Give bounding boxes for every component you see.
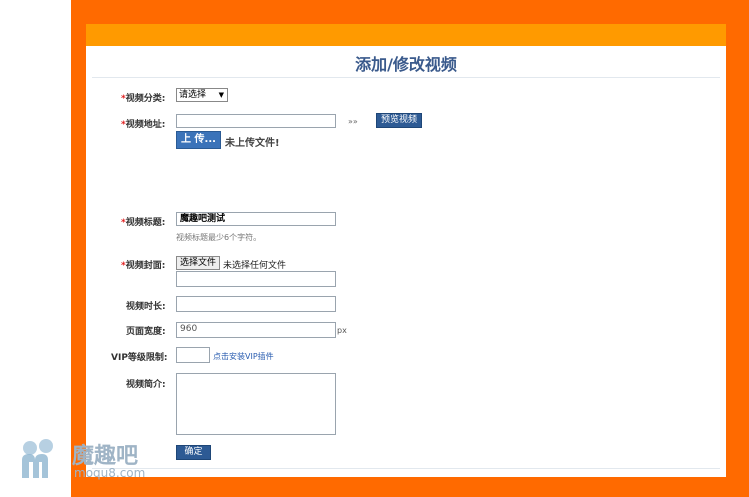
preview-video-button[interactable]: 预览视频 — [376, 113, 422, 128]
video-url-input[interactable] — [176, 114, 336, 128]
title-label-text: 视频标题: — [125, 218, 166, 228]
cover-label-text: 视频封面: — [125, 261, 166, 271]
vip-label: VIP等级限制: — [111, 353, 168, 363]
cover-label: *视频封面: — [121, 258, 165, 271]
upload-button[interactable]: 上 传... — [176, 131, 221, 149]
duration-input[interactable] — [176, 296, 336, 312]
category-select[interactable]: 请选择 ▼ — [176, 88, 228, 102]
category-select-value: 请选择 — [179, 90, 207, 100]
vip-level-input[interactable] — [176, 347, 210, 363]
no-file-text: 未选择任何文件 — [223, 261, 287, 271]
install-vip-plugin-link[interactable]: 点击安装VIP插件 — [213, 351, 274, 362]
watermark-domain: moqu8.com — [74, 466, 146, 480]
choose-file-button[interactable]: 选择文件 — [176, 256, 220, 270]
footer-divider — [92, 468, 720, 469]
page-width-unit: px — [337, 326, 347, 335]
page-width-label: 页面宽度: — [126, 327, 166, 337]
cover-path-input[interactable] — [176, 271, 336, 287]
arrows-icon: »» — [348, 117, 358, 126]
submit-button[interactable]: 确定 — [176, 445, 211, 460]
url-label: *视频地址: — [121, 117, 165, 130]
header-bar — [86, 24, 726, 46]
title-label: *视频标题: — [121, 215, 165, 228]
url-label-text: 视频地址: — [125, 120, 166, 130]
dropdown-arrow-icon: ▼ — [218, 91, 224, 99]
video-title-input[interactable]: 魔趣吧测试 — [176, 212, 336, 226]
page-title: 添加/修改视频 — [355, 55, 457, 74]
title-divider — [92, 77, 720, 78]
title-hint: 视频标题最少6个字符。 — [176, 233, 262, 242]
category-label: *视频分类: — [121, 91, 165, 104]
category-label-text: 视频分类: — [125, 94, 166, 104]
intro-label: 视频简介: — [126, 380, 166, 390]
watermark-logo: 魔趣吧 moqu8.com — [20, 438, 180, 483]
duration-label: 视频时长: — [126, 302, 166, 312]
page-width-input[interactable]: 960 — [176, 322, 336, 338]
upload-status: 未上传文件! — [225, 138, 280, 149]
intro-textarea[interactable] — [176, 373, 336, 435]
watermark-mascot-icon — [22, 439, 53, 478]
